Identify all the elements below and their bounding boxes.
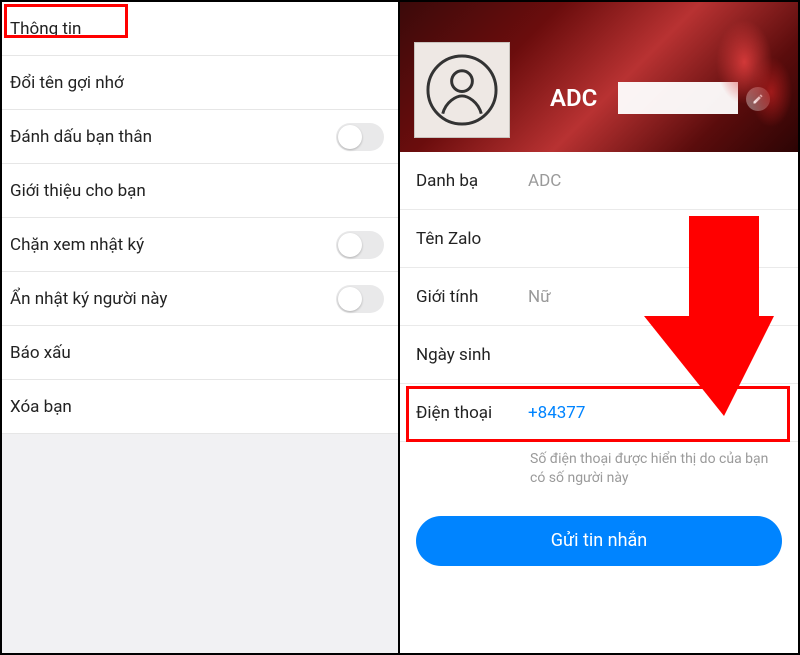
settings-menu-panel: Thông tin Đổi tên gợi nhớ Đánh dấu bạn t… — [2, 2, 400, 653]
field-zalo-name: Tên Zalo — [400, 210, 798, 268]
menu-item-block-timeline[interactable]: Chặn xem nhật ký — [2, 218, 398, 272]
menu-item-close-friend[interactable]: Đánh dấu bạn thân — [2, 110, 398, 164]
field-gender: Giới tính Nữ — [400, 268, 798, 326]
empty-area — [2, 434, 398, 653]
menu-item-hide-timeline[interactable]: Ẩn nhật ký người này — [2, 272, 398, 326]
person-icon — [425, 53, 499, 127]
toggle-block-timeline[interactable] — [336, 231, 384, 259]
field-value: ADC — [528, 171, 561, 191]
menu-item-label: Chặn xem nhật ký — [10, 235, 336, 255]
field-phone[interactable]: Điện thoại +84377 — [400, 384, 798, 442]
menu-item-label: Ẩn nhật ký người này — [10, 289, 336, 309]
profile-panel: ADC Danh bạ ADC Tên Zalo Giới tính Nữ Ng… — [400, 2, 798, 653]
profile-info-list: Danh bạ ADC Tên Zalo Giới tính Nữ Ngày s… — [400, 152, 798, 653]
menu-item-label: Giới thiệu cho bạn — [10, 181, 384, 201]
menu-item-label: Thông tin — [10, 19, 384, 39]
avatar[interactable] — [414, 42, 510, 138]
redacted-name-area — [618, 82, 738, 114]
edit-name-button[interactable] — [746, 87, 770, 111]
menu-item-label: Đánh dấu bạn thân — [10, 127, 336, 147]
menu-item-unfriend[interactable]: Xóa bạn — [2, 380, 398, 434]
profile-cover: ADC — [400, 2, 798, 152]
pencil-icon — [752, 93, 764, 105]
send-message-button[interactable]: Gửi tin nhắn — [416, 516, 782, 566]
menu-item-info[interactable]: Thông tin — [2, 2, 398, 56]
field-label: Tên Zalo — [416, 229, 528, 249]
menu-item-rename[interactable]: Đổi tên gợi nhớ — [2, 56, 398, 110]
menu-item-introduce[interactable]: Giới thiệu cho bạn — [2, 164, 398, 218]
field-label: Danh bạ — [416, 171, 528, 191]
phone-number[interactable]: +84377 — [528, 403, 585, 423]
profile-display-name: ADC — [550, 84, 597, 112]
phone-hint-text: Số điện thoại được hiển thị do của bạn c… — [400, 442, 798, 488]
field-label: Giới tính — [416, 287, 528, 307]
field-label: Ngày sinh — [416, 345, 528, 365]
menu-item-label: Đổi tên gợi nhớ — [10, 73, 384, 93]
menu-item-label: Báo xấu — [10, 343, 384, 363]
toggle-hide-timeline[interactable] — [336, 285, 384, 313]
field-contact: Danh bạ ADC — [400, 152, 798, 210]
field-label: Điện thoại — [416, 403, 528, 423]
toggle-close-friend[interactable] — [336, 123, 384, 151]
field-birthday: Ngày sinh — [400, 326, 798, 384]
field-value: Nữ — [528, 287, 551, 307]
menu-item-label: Xóa bạn — [10, 397, 384, 417]
send-message-label: Gửi tin nhắn — [551, 530, 648, 551]
menu-item-report[interactable]: Báo xấu — [2, 326, 398, 380]
